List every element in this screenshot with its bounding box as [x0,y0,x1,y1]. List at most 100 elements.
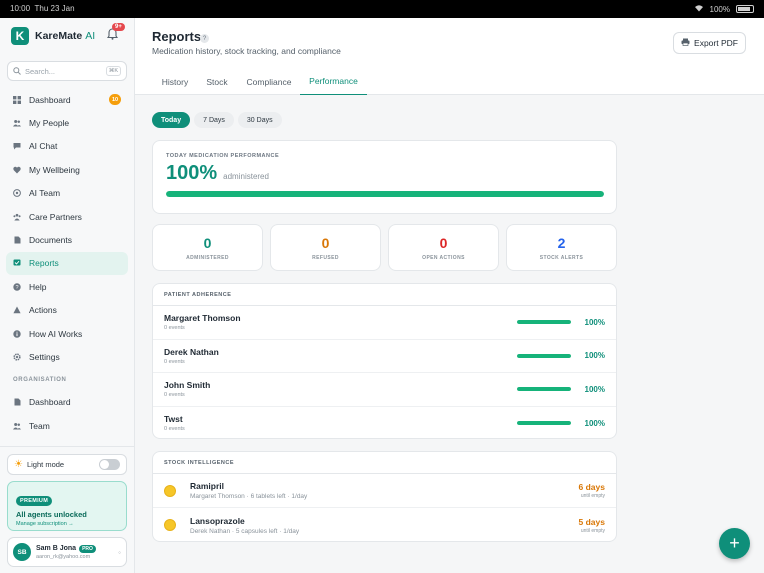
list-item[interactable]: Twst 0 events 100% [153,407,616,441]
add-button[interactable]: + [719,528,750,559]
sidebar-item-org-team[interactable]: Team [6,414,128,437]
performance-suffix: administered [223,172,269,181]
sidebar-item-reports[interactable]: Reports [6,251,128,276]
performance-card: TODAY MEDICATION PERFORMANCE 100% admini… [152,140,617,214]
stat-card-refused: 0 REFUSED [270,224,381,271]
search-shortcut: ⌘K [105,66,121,76]
sidebar-item-help[interactable]: ? Help [6,275,128,298]
medication-detail: Margaret Thomson · 6 tablets left · 1/da… [190,493,308,500]
user-info: Sam B Jona PRO aaron_rk@yahoo.com [36,544,96,560]
sidebar-item-settings[interactable]: Settings [6,345,128,368]
sidebar-item-label: Team [29,420,50,431]
date-range-chips: Today 7 Days 30 Days [152,112,282,128]
help-icon[interactable]: ? [200,34,209,43]
medication-name: Ramipril [190,481,225,491]
sidebar-item-care-partners[interactable]: Care Partners [6,205,128,228]
performance-label: TODAY MEDICATION PERFORMANCE [166,153,280,159]
stock-remaining: 5 days until empty [579,517,605,534]
sidebar-item-org-dashboard[interactable]: Dashboard [6,391,128,414]
user-card[interactable]: SB Sam B Jona PRO aaron_rk@yahoo.com ◦ [7,537,127,567]
user-email: aaron_rk@yahoo.com [36,553,91,560]
stat-label: STOCK ALERTS [539,254,584,261]
stat-card-stock-alerts: 2 STOCK ALERTS [506,224,617,271]
list-item[interactable]: Derek Nathan 0 events 100% [153,340,616,373]
sidebar-item-documents[interactable]: Documents [6,228,128,251]
sidebar: K KareMate AI 9+ ⌘K Dashboard 10 My Peop… [0,18,135,573]
printer-icon [681,38,690,48]
page-header: Reports ? Medication history, stock trac… [135,18,764,68]
dashboard-count-badge: 10 [109,94,121,105]
partners-icon [13,213,21,221]
stat-card-open-actions: 0 OPEN ACTIONS [388,224,499,271]
range-chip-30-days[interactable]: 30 Days [237,112,282,128]
sidebar-item-actions[interactable]: Actions [6,299,128,322]
page-title: Reports [152,29,202,44]
sidebar-divider [0,446,135,447]
list-item[interactable]: Ramipril Margaret Thomson · 6 tablets le… [153,474,616,508]
tab-stock[interactable]: Stock [199,68,235,95]
stock-info: Lansoprazole Derek Nathan · 5 capsules l… [190,516,299,535]
stat-value: 0 [439,234,448,251]
user-menu-icon[interactable]: ◦ [118,548,121,557]
adherence-bar-fill [517,387,571,392]
list-item[interactable]: Margaret Thomson 0 events 100% [153,306,616,340]
people-icon [13,119,21,127]
patient-events: 0 events [164,325,185,332]
sidebar-item-label: AI Team [29,188,61,199]
brand-name: KareMate AI [35,30,96,42]
manage-subscription-link[interactable]: Manage subscription → [16,521,118,527]
sidebar-item-label: My Wellbeing [29,164,80,175]
adherence-bar-fill [517,421,571,426]
adherence-bar [517,353,571,358]
premium-badge: PREMIUM [16,496,53,506]
patient-info: John Smith 0 events [164,380,210,398]
search-input[interactable] [25,66,105,76]
grid-icon [13,95,21,104]
sidebar-item-how-ai-works[interactable]: How AI Works [6,322,128,345]
stock-intelligence-title: STOCK INTELLIGENCE [153,452,616,474]
status-right: 100% [694,4,754,14]
adherence-bar [517,387,571,392]
light-mode-toggle[interactable] [99,459,120,470]
stat-label: ADMINISTERED [186,254,229,261]
performance-progress-fill [166,191,604,197]
medication-name: Lansoprazole [190,515,245,526]
adherence-percent: 100% [584,384,605,394]
premium-title: All agents unlocked [16,510,87,519]
tab-performance[interactable]: Performance [300,68,367,95]
sidebar-item-dashboard[interactable]: Dashboard 10 [6,88,128,111]
sidebar-nav: Dashboard 10 My People AI Chat My Wellbe… [6,88,128,437]
patient-name: Derek Nathan [164,346,219,357]
patient-events: 0 events [164,392,185,399]
list-item[interactable]: John Smith 0 events 100% [153,373,616,407]
page-subtitle: Medication history, stock tracking, and … [152,46,341,56]
sidebar-item-label: Documents [29,235,72,246]
reports-icon [13,259,21,267]
help-icon: ? [13,283,21,291]
sun-icon: ☀ [14,459,23,470]
stock-intelligence-card: STOCK INTELLIGENCE Ramipril Margaret Tho… [152,451,617,542]
sidebar-item-my-people[interactable]: My People [6,111,128,134]
user-name: Sam B Jona [36,545,77,552]
sidebar-item-my-wellbeing[interactable]: My Wellbeing [6,158,128,181]
search-box[interactable]: ⌘K [7,61,127,81]
warning-dot-icon [164,519,176,531]
sidebar-item-ai-chat[interactable]: AI Chat [6,135,128,158]
tab-history[interactable]: History [152,68,198,95]
status-bar: 10:00 Thu 23 Jan 100% [0,0,764,18]
list-item[interactable]: Lansoprazole Derek Nathan · 5 capsules l… [153,508,616,542]
patient-name: Twst [164,414,183,425]
patient-events: 0 events [164,358,185,365]
export-pdf-button[interactable]: Export PDF [673,32,746,54]
range-chip-7-days[interactable]: 7 Days [194,112,234,128]
tab-compliance[interactable]: Compliance [239,68,299,95]
premium-card: PREMIUM All agents unlocked Manage subsc… [7,481,127,531]
pro-badge: PRO [79,544,96,553]
range-chip-today[interactable]: Today [152,112,191,128]
sidebar-item-label: How AI Works [29,328,83,339]
stock-info: Ramipril Margaret Thomson · 6 tablets le… [190,481,307,500]
sidebar-item-ai-team[interactable]: AI Team [6,182,128,205]
stat-value: 2 [557,234,566,251]
brand[interactable]: K KareMate AI [11,27,95,45]
sidebar-item-label: My People [29,118,70,129]
